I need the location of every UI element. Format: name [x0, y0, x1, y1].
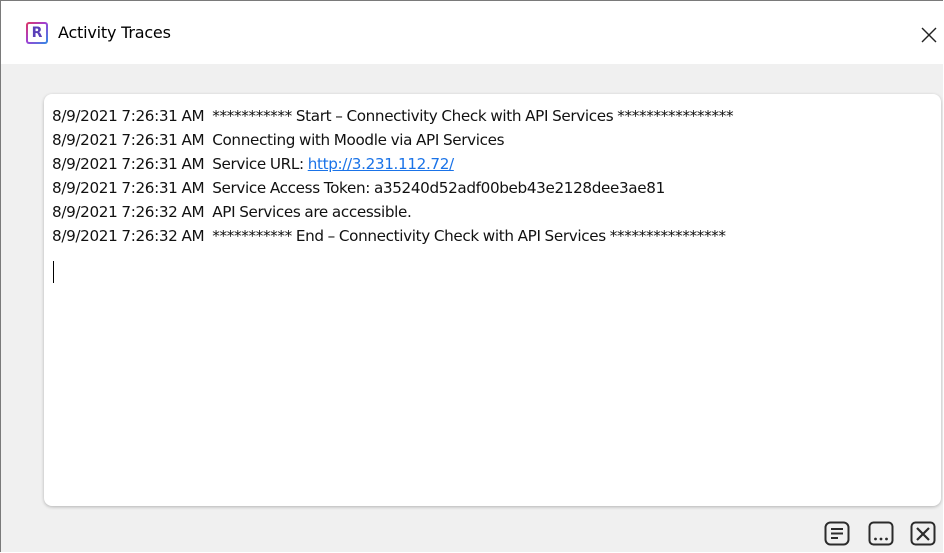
log-timestamp: 8/9/2021 7:26:31 AM	[52, 107, 205, 125]
log-message: *********** End – Connectivity Check wit…	[212, 227, 726, 245]
log-message: *********** Start – Connectivity Check w…	[212, 107, 734, 125]
log-message-prefix: Service URL:	[212, 155, 308, 173]
log-line: 8/9/2021 7:26:32 AM *********** End – Co…	[52, 224, 941, 248]
log-timestamp: 8/9/2021 7:26:31 AM	[52, 155, 205, 173]
log-lines: 8/9/2021 7:26:31 AM *********** Start – …	[52, 104, 941, 248]
log-timestamp: 8/9/2021 7:26:32 AM	[52, 203, 205, 221]
clear-log-button[interactable]	[909, 519, 937, 547]
log-message: Service Access Token: a35240d52adf00beb4…	[212, 179, 665, 197]
log-message: Connecting with Moodle via API Services	[212, 131, 505, 149]
log-timestamp: 8/9/2021 7:26:31 AM	[52, 179, 205, 197]
log-timestamp: 8/9/2021 7:26:31 AM	[52, 131, 205, 149]
title-bar: R Activity Traces	[1, 1, 944, 64]
log-message: API Services are accessible.	[212, 203, 412, 221]
app-logo-icon: R	[26, 22, 48, 44]
clear-icon	[910, 521, 936, 546]
text-caret	[53, 261, 54, 283]
window-title: Activity Traces	[58, 23, 171, 42]
close-button[interactable]	[911, 15, 944, 51]
log-line: 8/9/2021 7:26:31 AM Service Access Token…	[52, 176, 941, 200]
more-options-icon	[868, 521, 894, 546]
log-line: 8/9/2021 7:26:32 AM API Services are acc…	[52, 200, 941, 224]
log-line: 8/9/2021 7:26:31 AM Connecting with Mood…	[52, 128, 941, 152]
options-button[interactable]	[867, 519, 895, 547]
close-icon	[921, 27, 937, 43]
log-timestamp: 8/9/2021 7:26:32 AM	[52, 227, 205, 245]
text-lines-icon	[824, 521, 850, 546]
log-line: 8/9/2021 7:26:31 AM *********** Start – …	[52, 104, 941, 128]
activity-log-textbox[interactable]: 8/9/2021 7:26:31 AM *********** Start – …	[44, 94, 941, 506]
log-line: 8/9/2021 7:26:31 AM Service URL: http://…	[52, 152, 941, 176]
service-url-link[interactable]: http://3.231.112.72/	[308, 155, 454, 173]
activity-traces-window: R Activity Traces 8/9/2021 7:26:31 AM **…	[0, 0, 944, 552]
view-text-button[interactable]	[823, 519, 851, 547]
app-logo-letter: R	[31, 25, 43, 41]
